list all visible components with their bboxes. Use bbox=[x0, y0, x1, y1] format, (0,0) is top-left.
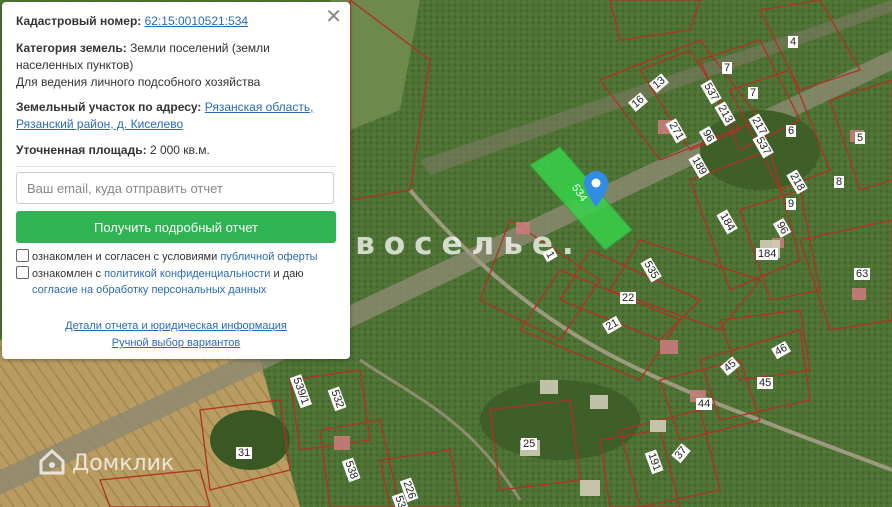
email-field[interactable] bbox=[16, 172, 334, 204]
category-row: Категория земель: Земли поселений (земли… bbox=[16, 40, 336, 74]
plot-label[interactable]: 8 bbox=[834, 176, 845, 188]
plot-label[interactable]: 31 bbox=[236, 447, 253, 459]
privacy-policy-link[interactable]: политикой конфиденциальности bbox=[104, 268, 270, 280]
category-label: Категория земель: bbox=[16, 41, 127, 55]
plot-label[interactable]: 7 bbox=[748, 87, 759, 99]
consent-privacy[interactable]: ознакомлен с политикой конфиденциальност… bbox=[16, 266, 336, 298]
consent-offer-checkbox[interactable] bbox=[16, 249, 29, 262]
cadastral-row: Кадастровый номер: 62:15:0010521:534 bbox=[16, 13, 336, 30]
watermark-domclick: Домклик bbox=[38, 448, 174, 476]
map-pin-icon[interactable] bbox=[584, 171, 608, 207]
personal-data-consent-link[interactable]: согласие на обработку персональных данны… bbox=[32, 284, 266, 296]
plot-label[interactable]: 5 bbox=[855, 132, 866, 144]
manual-selection-link[interactable]: Ручной выбор вариантов bbox=[2, 337, 350, 349]
plot-label[interactable]: 7 bbox=[722, 62, 733, 74]
plot-label[interactable]: 63 bbox=[854, 268, 871, 280]
consent-offer[interactable]: ознакомлен и согласен с условиями публич… bbox=[16, 249, 336, 265]
offer-link[interactable]: публичной оферты bbox=[220, 251, 317, 263]
plot-label[interactable]: 6 bbox=[786, 125, 797, 137]
plot-label[interactable]: 184 bbox=[756, 248, 779, 260]
plot-label[interactable]: 22 bbox=[620, 292, 637, 304]
divider bbox=[16, 166, 336, 167]
plot-label[interactable]: 9 bbox=[786, 198, 797, 210]
plot-label[interactable]: 25 bbox=[521, 438, 538, 450]
plot-label[interactable]: 4 bbox=[788, 36, 799, 48]
area-row: Уточненная площадь: 2 000 кв.м. bbox=[16, 142, 336, 159]
plot-label[interactable]: 45 bbox=[757, 377, 774, 389]
area-value: 2 000 кв.м. bbox=[149, 143, 210, 157]
report-details-link[interactable]: Детали отчета и юридическая информация bbox=[2, 320, 350, 332]
get-report-button[interactable]: Получить подробный отчет bbox=[16, 211, 336, 243]
address-label: Земельный участок по адресу: bbox=[16, 100, 202, 114]
address-row: Земельный участок по адресу: Рязанская о… bbox=[16, 99, 336, 133]
usage-text: Для ведения личного подсобного хозяйства bbox=[16, 75, 261, 89]
cadastral-label: Кадастровый номер: bbox=[16, 14, 142, 28]
cadastral-number-link[interactable]: 62:15:0010521:534 bbox=[145, 14, 248, 28]
plot-label[interactable]: 44 bbox=[696, 398, 713, 410]
info-panel: ✕ Кадастровый номер: 62:15:0010521:534 К… bbox=[2, 2, 350, 359]
domclick-logo-icon bbox=[38, 448, 66, 476]
consent-privacy-checkbox[interactable] bbox=[16, 266, 29, 279]
area-label: Уточненная площадь: bbox=[16, 143, 147, 157]
